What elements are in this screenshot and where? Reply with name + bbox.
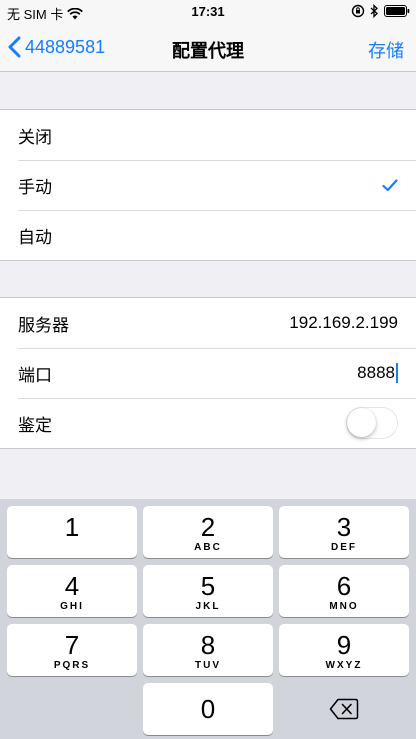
key-6[interactable]: 6 MNO (279, 565, 409, 617)
key-2-number: 2 (200, 512, 216, 542)
proxy-mode-manual[interactable]: 手动 (0, 160, 416, 210)
proxy-mode-auto[interactable]: 自动 (0, 210, 416, 260)
port-input-wrapper[interactable]: 8888 (357, 363, 398, 384)
key-8-number: 8 (200, 630, 216, 660)
key-3-number: 3 (336, 512, 352, 542)
delete-key[interactable] (279, 683, 409, 735)
key-0-number: 0 (200, 694, 216, 724)
auth-toggle[interactable] (346, 407, 398, 439)
key-9-letters: WXYZ (325, 660, 363, 671)
numeric-keypad: 1 2 ABC 3 DEF 4 GHI 5 JKL 6 MNO 7 PQRS 8… (0, 499, 416, 739)
key-2[interactable]: 2 ABC (143, 506, 273, 558)
port-label: 端口 (18, 365, 52, 385)
key-7-letters: PQRS (53, 660, 91, 671)
text-cursor (396, 363, 398, 384)
proxy-mode-off[interactable]: 关闭 (0, 110, 416, 160)
proxy-mode-auto-label: 自动 (18, 227, 52, 247)
key-3[interactable]: 3 DEF (279, 506, 409, 558)
key-9[interactable]: 9 WXYZ (279, 624, 409, 676)
key-6-letters: MNO (329, 601, 359, 612)
proxy-mode-manual-label: 手动 (18, 177, 52, 197)
key-2-letters: ABC (194, 542, 222, 553)
key-8[interactable]: 8 TUV (143, 624, 273, 676)
nav-bar: 44889581 配置代理 存储 (0, 24, 416, 72)
server-row[interactable]: 服务器 192.169.2.199 (0, 298, 416, 348)
key-3-letters: DEF (331, 542, 357, 553)
port-input[interactable]: 8888 (357, 363, 395, 382)
status-right (351, 4, 410, 18)
key-5-letters: JKL (195, 601, 221, 612)
backspace-icon (329, 698, 359, 720)
key-6-number: 6 (336, 571, 352, 601)
key-9-number: 9 (336, 630, 352, 660)
auth-row: 鉴定 (0, 398, 416, 448)
status-bar: 无 SIM 卡 17:31 (0, 0, 416, 24)
battery-icon (384, 5, 410, 17)
key-7-number: 7 (64, 630, 80, 660)
key-4-letters: GHI (60, 601, 84, 612)
auth-label: 鉴定 (18, 415, 52, 435)
key-5-number: 5 (200, 571, 216, 601)
toggle-knob (347, 408, 376, 437)
key-8-letters: TUV (195, 660, 221, 671)
key-7[interactable]: 7 PQRS (7, 624, 137, 676)
key-4[interactable]: 4 GHI (7, 565, 137, 617)
bluetooth-icon (370, 4, 378, 18)
rotation-lock-icon (351, 4, 365, 18)
key-1[interactable]: 1 (7, 506, 137, 558)
server-label: 服务器 (18, 315, 69, 335)
manual-proxy-group: 服务器 192.169.2.199 端口 8888 鉴定 (0, 297, 416, 449)
server-input[interactable]: 192.169.2.199 (289, 313, 398, 333)
proxy-mode-off-label: 关闭 (18, 127, 52, 147)
key-1-number: 1 (64, 512, 80, 542)
page-title: 配置代理 (172, 41, 244, 61)
save-button[interactable]: 存储 (368, 37, 404, 63)
key-4-number: 4 (64, 571, 80, 601)
port-row[interactable]: 端口 8888 (0, 348, 416, 398)
key-5[interactable]: 5 JKL (143, 565, 273, 617)
proxy-mode-group: 关闭 手动 自动 (0, 109, 416, 261)
checkmark-icon (382, 178, 398, 191)
key-0[interactable]: 0 (143, 683, 273, 735)
